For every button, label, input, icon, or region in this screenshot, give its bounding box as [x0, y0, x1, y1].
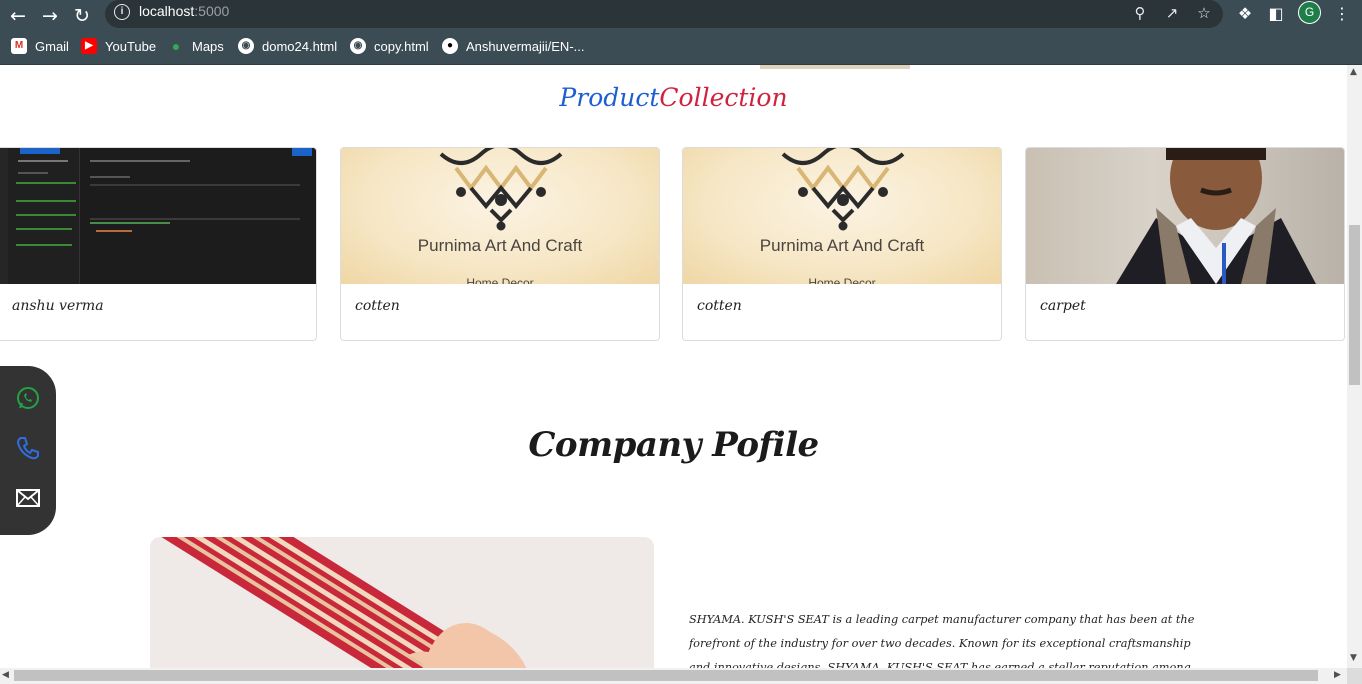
bookmark-github[interactable]: ● Anshuvermajii/EN-...: [442, 37, 584, 55]
vertical-scrollbar[interactable]: ▲ ▼: [1347, 65, 1362, 668]
person-photo: [1116, 148, 1316, 284]
back-icon[interactable]: ←: [4, 2, 32, 30]
horizontal-scroll-thumb[interactable]: [14, 670, 1318, 681]
brand-text: Purnima Art And Craft: [759, 236, 925, 255]
product-label: cotten: [355, 298, 400, 314]
horizontal-scrollbar[interactable]: ◀ ▶: [0, 668, 1347, 684]
scroll-down-icon[interactable]: ▼: [1350, 653, 1357, 663]
maps-icon: ●: [171, 38, 181, 54]
mail-icon[interactable]: [14, 484, 42, 512]
product-card[interactable]: anshu verma: [0, 147, 317, 341]
product-image: [0, 148, 316, 284]
scroll-up-icon[interactable]: ▲: [1350, 67, 1357, 77]
forward-icon[interactable]: →: [36, 2, 64, 30]
company-profile-heading: Company Pofile: [528, 425, 819, 465]
company-description: SHYAMA. KUSH'S SEAT is a leading carpet …: [689, 613, 1195, 668]
globe-icon: ◉: [238, 38, 254, 54]
mandala-icon: [439, 148, 563, 231]
bookmark-youtube[interactable]: ▶ YouTube: [81, 37, 156, 55]
carpet-weaving-image: [150, 537, 527, 668]
star-icon[interactable]: ☆: [1194, 3, 1214, 23]
avatar[interactable]: G: [1298, 1, 1321, 24]
youtube-icon: ▶: [81, 38, 97, 54]
brand-text: Purnima Art And Craft: [417, 236, 583, 255]
share-icon[interactable]: ↗: [1162, 3, 1182, 23]
extensions-icon[interactable]: ❖: [1233, 2, 1257, 26]
product-image: [1026, 148, 1344, 284]
mandala-icon: [781, 148, 905, 231]
gmail-icon: M: [11, 38, 27, 54]
product-label: cotten: [697, 298, 742, 314]
title-part-2: Collection: [659, 83, 788, 112]
product-card[interactable]: Purnima Art And Craft Home Decor cotten: [340, 147, 660, 341]
product-label: anshu verma: [12, 298, 104, 314]
address-bar[interactable]: [105, 0, 1223, 28]
scroll-right-icon[interactable]: ▶: [1334, 670, 1341, 680]
phone-icon[interactable]: [14, 434, 42, 462]
site-info-icon[interactable]: i: [114, 4, 130, 20]
globe-icon: ◉: [350, 38, 366, 54]
contact-float-bar: [0, 366, 56, 535]
whatsapp-icon[interactable]: [14, 384, 42, 412]
vertical-scroll-thumb[interactable]: [1349, 225, 1360, 385]
product-card[interactable]: carpet: [1025, 147, 1345, 341]
scrollbar-corner: [1347, 668, 1362, 684]
product-image: Purnima Art And Craft Home Decor: [341, 148, 659, 284]
product-label: carpet: [1040, 298, 1086, 314]
hero-image-edge: [760, 65, 910, 69]
bookmark-gmail[interactable]: M Gmail: [11, 37, 69, 55]
bookmark-copy[interactable]: ◉ copy.html: [350, 37, 429, 55]
company-profile-image: [150, 537, 654, 668]
reload-icon[interactable]: ↻: [68, 2, 96, 30]
product-card[interactable]: Purnima Art And Craft Home Decor cotten: [682, 147, 1002, 341]
brand-subtext: Home Decor: [808, 276, 876, 284]
bookmark-domo24[interactable]: ◉ domo24.html: [238, 37, 337, 55]
bookmark-maps[interactable]: ● Maps: [168, 37, 224, 55]
scroll-left-icon[interactable]: ◀: [2, 670, 9, 680]
page-content: ProductCollection anshu verma Purnima Ar…: [0, 65, 1347, 668]
url-text[interactable]: localhost:5000: [139, 3, 229, 19]
product-image: Purnima Art And Craft Home Decor: [683, 148, 1001, 284]
zoom-icon[interactable]: ⚲: [1130, 3, 1150, 23]
brand-subtext: Home Decor: [466, 276, 534, 284]
menu-icon[interactable]: ⋮: [1330, 2, 1354, 26]
title-part-1: Product: [559, 83, 660, 112]
github-icon: ●: [442, 38, 458, 54]
side-panel-icon[interactable]: ◧: [1264, 2, 1288, 26]
browser-toolbar: ← → ↻ i localhost:5000 ⚲ ↗ ☆ ❖ ◧ G ⋮: [0, 0, 1362, 32]
section-title: ProductCollection: [0, 83, 1347, 112]
